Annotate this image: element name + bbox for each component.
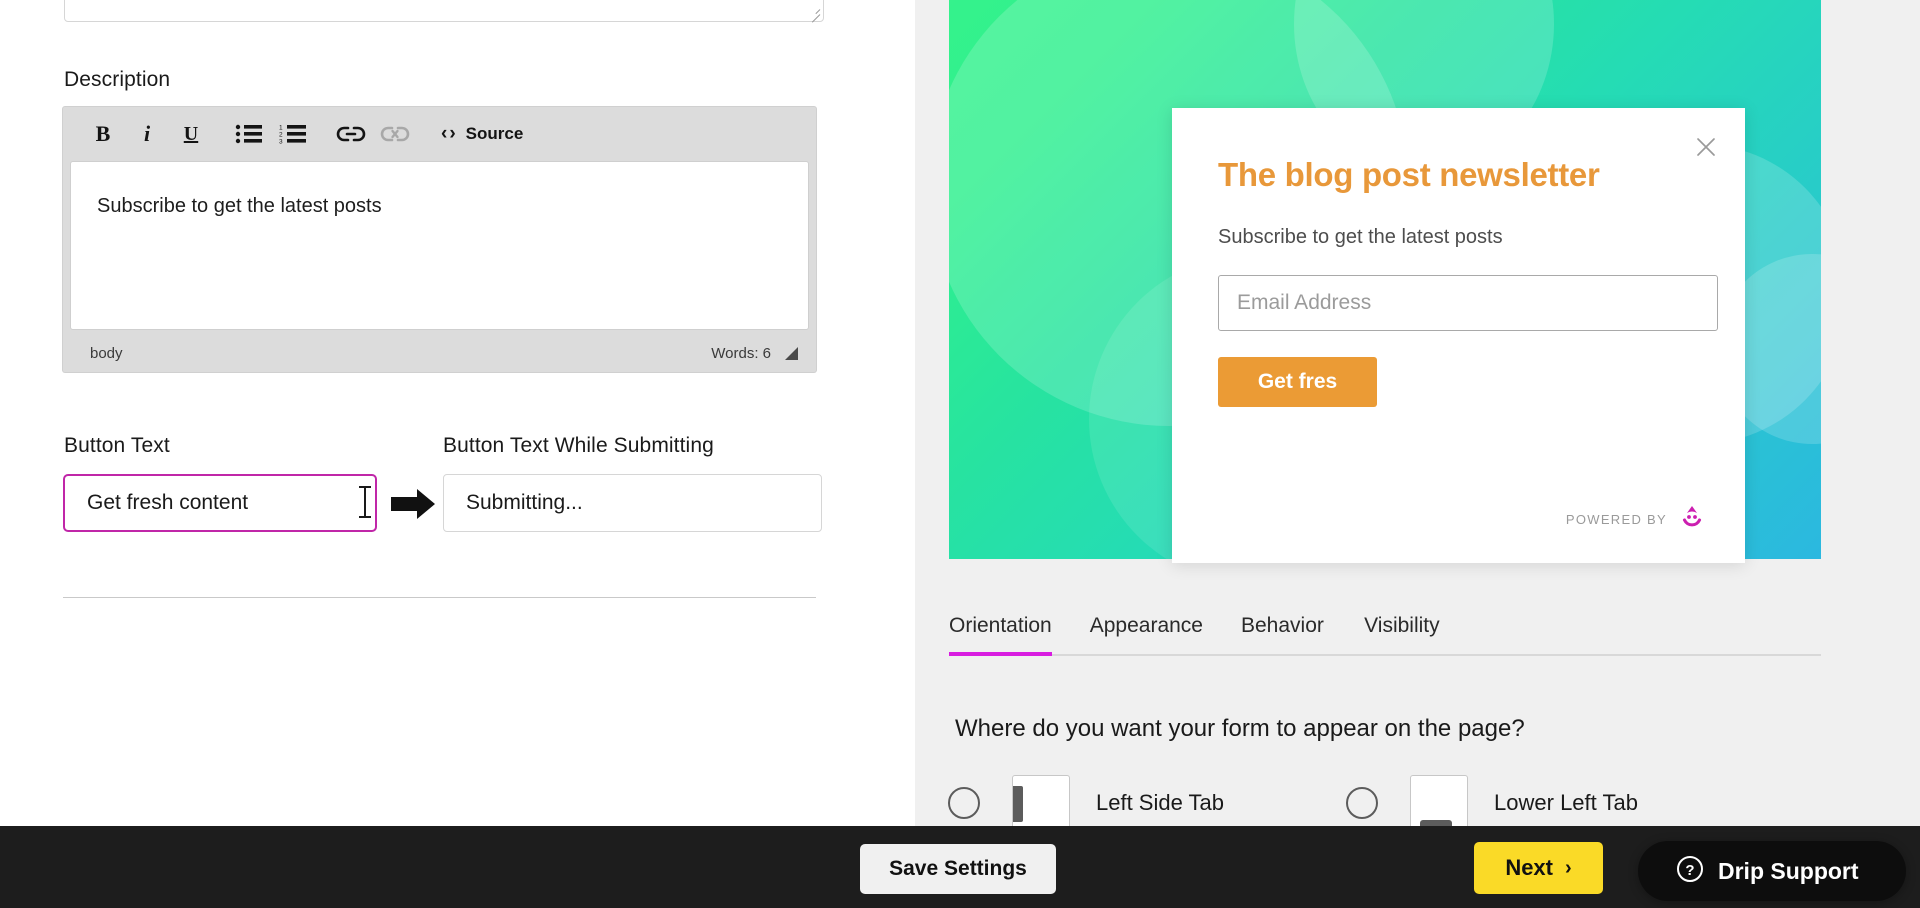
button-text-submitting-input[interactable] (443, 474, 822, 532)
next-button[interactable]: Next › (1474, 842, 1603, 894)
underline-icon[interactable]: U (169, 114, 213, 154)
link-icon[interactable] (329, 114, 373, 154)
textarea-resize-grip[interactable] (808, 6, 820, 18)
button-text-label: Button Text (64, 434, 170, 457)
description-label: Description (64, 68, 171, 91)
source-label: Source (465, 124, 524, 143)
numbered-list-icon[interactable]: 1 2 3 (271, 114, 315, 154)
editor-resize-grip[interactable] (785, 346, 798, 360)
form-heading: The blog post newsletter (1218, 156, 1600, 193)
text-cursor-icon (359, 486, 371, 518)
source-chevrons-icon: ‹› (441, 123, 458, 144)
email-field[interactable] (1218, 274, 1718, 331)
source-button[interactable]: ‹› Source (431, 114, 533, 154)
settings-tabs: Orientation Appearance Behavior Visibili… (949, 603, 1821, 656)
svg-text:2: 2 (279, 132, 283, 139)
tab-appearance[interactable]: Appearance (1090, 603, 1203, 654)
svg-text:?: ? (1685, 862, 1694, 879)
close-icon[interactable] (1689, 130, 1723, 164)
drip-support-label: Drip Support (1718, 857, 1859, 884)
section-divider (63, 597, 816, 598)
thumb-marker (1013, 786, 1023, 822)
powered-by-label: POWERED BY (1565, 512, 1667, 527)
tab-visibility[interactable]: Visibility (1362, 603, 1442, 654)
editor-status-bar: body Words: 6 (63, 334, 816, 372)
orientation-options: Left Side Tab Lower Left Tab (948, 775, 1638, 831)
italic-icon[interactable]: i (125, 114, 169, 154)
bold-icon[interactable]: B (81, 114, 125, 154)
description-richtext-area[interactable]: Subscribe to get the latest posts (70, 161, 809, 330)
question-circle-icon: ? (1676, 855, 1704, 888)
rich-text-editor: B i U 1 2 3 ‹› Source Subscribe to get t… (63, 107, 816, 372)
form-subheading: Subscribe to get the latest posts (1218, 225, 1503, 248)
orientation-question: Where do you want your form to appear on… (955, 715, 1525, 742)
option-label-left-side-tab: Left Side Tab (1096, 790, 1225, 815)
form-submit-button[interactable]: Get fres (1218, 356, 1377, 407)
bulleted-list-icon[interactable] (227, 114, 271, 154)
lower-left-tab-thumb-icon (1410, 775, 1469, 831)
word-count: Words: 6 (711, 344, 771, 362)
editor-panel: Description B i U 1 2 3 ‹› Source Subscr… (0, 0, 915, 908)
status-right-group: Words: 6 (711, 345, 802, 362)
editor-toolbar: B i U 1 2 3 ‹› Source (63, 107, 816, 161)
form-builder-screen: Description B i U 1 2 3 ‹› Source Subscr… (0, 0, 1920, 908)
description-text: Subscribe to get the latest posts (97, 195, 382, 217)
bottom-action-bar: Save Settings Next › (0, 826, 1920, 908)
tab-behavior[interactable]: Behavior (1241, 603, 1324, 654)
form-card-inner: The blog post newsletter Subscribe to ge… (1172, 108, 1745, 563)
newsletter-form-preview: The blog post newsletter Subscribe to ge… (1172, 108, 1745, 563)
option-label-lower-left-tab: Lower Left Tab (1494, 790, 1638, 815)
button-text-input[interactable] (63, 474, 377, 532)
left-side-tab-thumb-icon (1012, 775, 1070, 831)
chevron-right-icon: › (1565, 856, 1572, 879)
powered-by-badge: POWERED BY (1566, 504, 1705, 535)
svg-text:1: 1 (279, 125, 283, 132)
next-label: Next (1505, 855, 1553, 880)
arrow-right-icon (389, 486, 439, 522)
svg-text:3: 3 (279, 139, 283, 146)
tab-orientation[interactable]: Orientation (949, 603, 1052, 656)
radio-lower-left-tab[interactable] (1346, 787, 1379, 819)
radio-left-side-tab[interactable] (948, 787, 980, 819)
unlink-icon (373, 114, 417, 154)
drip-logo-icon (1679, 504, 1705, 535)
previous-field-textarea[interactable] (64, 0, 824, 22)
button-text-submitting-label: Button Text While Submitting (443, 434, 714, 457)
option-left-side-tab[interactable]: Left Side Tab (948, 775, 1224, 831)
option-lower-left-tab[interactable]: Lower Left Tab (1346, 775, 1638, 831)
save-settings-button[interactable]: Save Settings (860, 844, 1056, 894)
drip-support-button[interactable]: ? Drip Support (1638, 841, 1906, 901)
element-path[interactable]: body (90, 345, 123, 362)
settings-tabs-container: Orientation Appearance Behavior Visibili… (949, 603, 1821, 656)
